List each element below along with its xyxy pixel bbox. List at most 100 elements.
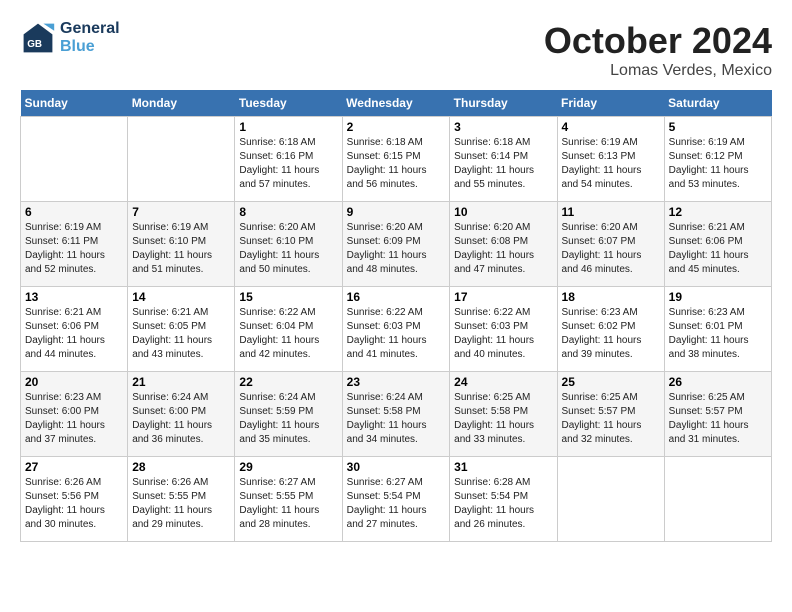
day-content: Sunrise: 6:20 AM Sunset: 6:10 PM Dayligh… (239, 221, 337, 277)
day-content: Sunrise: 6:23 AM Sunset: 6:00 PM Dayligh… (25, 391, 123, 447)
day-number: 15 (239, 290, 337, 304)
calendar-cell: 10Sunrise: 6:20 AM Sunset: 6:08 PM Dayli… (450, 202, 557, 287)
day-number: 11 (562, 205, 660, 219)
day-number: 10 (454, 205, 552, 219)
calendar-cell: 26Sunrise: 6:25 AM Sunset: 5:57 PM Dayli… (664, 372, 771, 457)
day-content: Sunrise: 6:22 AM Sunset: 6:03 PM Dayligh… (347, 306, 446, 362)
day-number: 12 (669, 205, 767, 219)
day-number: 31 (454, 460, 552, 474)
day-number: 24 (454, 375, 552, 389)
calendar-cell: 3 Sunrise: 6:18 AM Sunset: 6:14 PM Daylig… (450, 117, 557, 202)
weekday-header-wednesday: Wednesday (342, 90, 450, 117)
calendar-cell: 17Sunrise: 6:22 AM Sunset: 6:03 PM Dayli… (450, 287, 557, 372)
calendar-table: SundayMondayTuesdayWednesdayThursdayFrid… (20, 90, 772, 542)
calendar-cell (557, 457, 664, 542)
day-content: Sunrise: 6:24 AM Sunset: 5:59 PM Dayligh… (239, 391, 337, 447)
page-header: GB General Blue October 2024 Lomas Verde… (20, 20, 772, 80)
day-number: 21 (132, 375, 230, 389)
calendar-cell: 21 Sunrise: 6:24 AM Sunset: 6:00 PM Dayli… (128, 372, 235, 457)
day-number: 30 (347, 460, 446, 474)
logo: GB General Blue (20, 20, 120, 56)
calendar-cell: 25 Sunrise: 6:25 AM Sunset: 5:57 PM Dayli… (557, 372, 664, 457)
day-content: Sunrise: 6:27 AM Sunset: 5:54 PM Dayligh… (347, 476, 446, 532)
day-content: Sunrise: 6:25 AM Sunset: 5:57 PM Dayligh… (562, 391, 660, 447)
day-number: 18 (562, 290, 660, 304)
day-number: 1 (239, 120, 337, 134)
calendar-cell: 7 Sunrise: 6:19 AM Sunset: 6:10 PM Daylig… (128, 202, 235, 287)
calendar-cell (664, 457, 771, 542)
day-number: 19 (669, 290, 767, 304)
calendar-cell: 13 Sunrise: 6:21 AM Sunset: 6:06 PM Dayli… (21, 287, 128, 372)
day-content: Sunrise: 6:20 AM Sunset: 6:07 PM Dayligh… (562, 221, 660, 277)
weekday-header-friday: Friday (557, 90, 664, 117)
day-content: Sunrise: 6:26 AM Sunset: 5:56 PM Dayligh… (25, 476, 123, 532)
weekday-header-tuesday: Tuesday (235, 90, 342, 117)
day-content: Sunrise: 6:22 AM Sunset: 6:04 PM Dayligh… (239, 306, 337, 362)
calendar-cell: 20 Sunrise: 6:23 AM Sunset: 6:00 PM Dayli… (21, 372, 128, 457)
calendar-cell: 16 Sunrise: 6:22 AM Sunset: 6:03 PM Dayli… (342, 287, 450, 372)
day-content: Sunrise: 6:25 AM Sunset: 5:57 PM Dayligh… (669, 391, 767, 447)
day-number: 23 (347, 375, 446, 389)
calendar-cell: 27 Sunrise: 6:26 AM Sunset: 5:56 PM Dayli… (21, 457, 128, 542)
calendar-cell: 11 Sunrise: 6:20 AM Sunset: 6:07 PM Dayli… (557, 202, 664, 287)
weekday-header-row: SundayMondayTuesdayWednesdayThursdayFrid… (21, 90, 772, 117)
calendar-cell: 19 Sunrise: 6:23 AM Sunset: 6:01 PM Dayli… (664, 287, 771, 372)
calendar-cell: 1 Sunrise: 6:18 AM Sunset: 6:16 PM Daylig… (235, 117, 342, 202)
day-number: 2 (347, 120, 446, 134)
weekday-header-sunday: Sunday (21, 90, 128, 117)
day-content: Sunrise: 6:21 AM Sunset: 6:06 PM Dayligh… (25, 306, 123, 362)
calendar-week-5: 27 Sunrise: 6:26 AM Sunset: 5:56 PM Dayli… (21, 457, 772, 542)
calendar-cell (128, 117, 235, 202)
calendar-cell: 31Sunrise: 6:28 AM Sunset: 5:54 PM Dayli… (450, 457, 557, 542)
day-content: Sunrise: 6:19 AM Sunset: 6:11 PM Dayligh… (25, 221, 123, 277)
calendar-cell: 6Sunrise: 6:19 AM Sunset: 6:11 PM Daylig… (21, 202, 128, 287)
calendar-cell: 4Sunrise: 6:19 AM Sunset: 6:13 PM Daylig… (557, 117, 664, 202)
day-content: Sunrise: 6:18 AM Sunset: 6:14 PM Dayligh… (454, 136, 552, 192)
calendar-cell: 18 Sunrise: 6:23 AM Sunset: 6:02 PM Dayli… (557, 287, 664, 372)
calendar-cell: 14Sunrise: 6:21 AM Sunset: 6:05 PM Dayli… (128, 287, 235, 372)
calendar-cell: 24 Sunrise: 6:25 AM Sunset: 5:58 PM Dayli… (450, 372, 557, 457)
day-content: Sunrise: 6:24 AM Sunset: 6:00 PM Dayligh… (132, 391, 230, 447)
calendar-cell (21, 117, 128, 202)
title-area: October 2024 Lomas Verdes, Mexico (544, 20, 772, 80)
day-number: 8 (239, 205, 337, 219)
day-number: 14 (132, 290, 230, 304)
day-content: Sunrise: 6:25 AM Sunset: 5:58 PM Dayligh… (454, 391, 552, 447)
day-content: Sunrise: 6:19 AM Sunset: 6:10 PM Dayligh… (132, 221, 230, 277)
day-content: Sunrise: 6:23 AM Sunset: 6:01 PM Dayligh… (669, 306, 767, 362)
location-title: Lomas Verdes, Mexico (544, 62, 772, 80)
day-number: 20 (25, 375, 123, 389)
svg-text:GB: GB (27, 39, 42, 50)
calendar-cell: 30 Sunrise: 6:27 AM Sunset: 5:54 PM Dayli… (342, 457, 450, 542)
day-number: 9 (347, 205, 446, 219)
weekday-header-monday: Monday (128, 90, 235, 117)
day-content: Sunrise: 6:19 AM Sunset: 6:12 PM Dayligh… (669, 136, 767, 192)
logo-text-line2: Blue (60, 38, 120, 56)
day-number: 27 (25, 460, 123, 474)
day-number: 28 (132, 460, 230, 474)
calendar-cell: 2 Sunrise: 6:18 AM Sunset: 6:15 PM Daylig… (342, 117, 450, 202)
calendar-cell: 12Sunrise: 6:21 AM Sunset: 6:06 PM Dayli… (664, 202, 771, 287)
weekday-header-saturday: Saturday (664, 90, 771, 117)
day-number: 13 (25, 290, 123, 304)
day-number: 16 (347, 290, 446, 304)
day-number: 25 (562, 375, 660, 389)
calendar-cell: 28 Sunrise: 6:26 AM Sunset: 5:55 PM Dayli… (128, 457, 235, 542)
calendar-cell: 8 Sunrise: 6:20 AM Sunset: 6:10 PM Daylig… (235, 202, 342, 287)
day-number: 5 (669, 120, 767, 134)
day-content: Sunrise: 6:26 AM Sunset: 5:55 PM Dayligh… (132, 476, 230, 532)
calendar-cell: 29Sunrise: 6:27 AM Sunset: 5:55 PM Dayli… (235, 457, 342, 542)
day-content: Sunrise: 6:23 AM Sunset: 6:02 PM Dayligh… (562, 306, 660, 362)
day-content: Sunrise: 6:19 AM Sunset: 6:13 PM Dayligh… (562, 136, 660, 192)
day-content: Sunrise: 6:18 AM Sunset: 6:15 PM Dayligh… (347, 136, 446, 192)
calendar-cell: 9Sunrise: 6:20 AM Sunset: 6:09 PM Daylig… (342, 202, 450, 287)
day-number: 17 (454, 290, 552, 304)
day-number: 3 (454, 120, 552, 134)
weekday-header-thursday: Thursday (450, 90, 557, 117)
day-content: Sunrise: 6:18 AM Sunset: 6:16 PM Dayligh… (239, 136, 337, 192)
calendar-cell: 22Sunrise: 6:24 AM Sunset: 5:59 PM Dayli… (235, 372, 342, 457)
calendar-week-4: 20 Sunrise: 6:23 AM Sunset: 6:00 PM Dayli… (21, 372, 772, 457)
day-number: 7 (132, 205, 230, 219)
calendar-cell: 23 Sunrise: 6:24 AM Sunset: 5:58 PM Dayli… (342, 372, 450, 457)
day-content: Sunrise: 6:24 AM Sunset: 5:58 PM Dayligh… (347, 391, 446, 447)
